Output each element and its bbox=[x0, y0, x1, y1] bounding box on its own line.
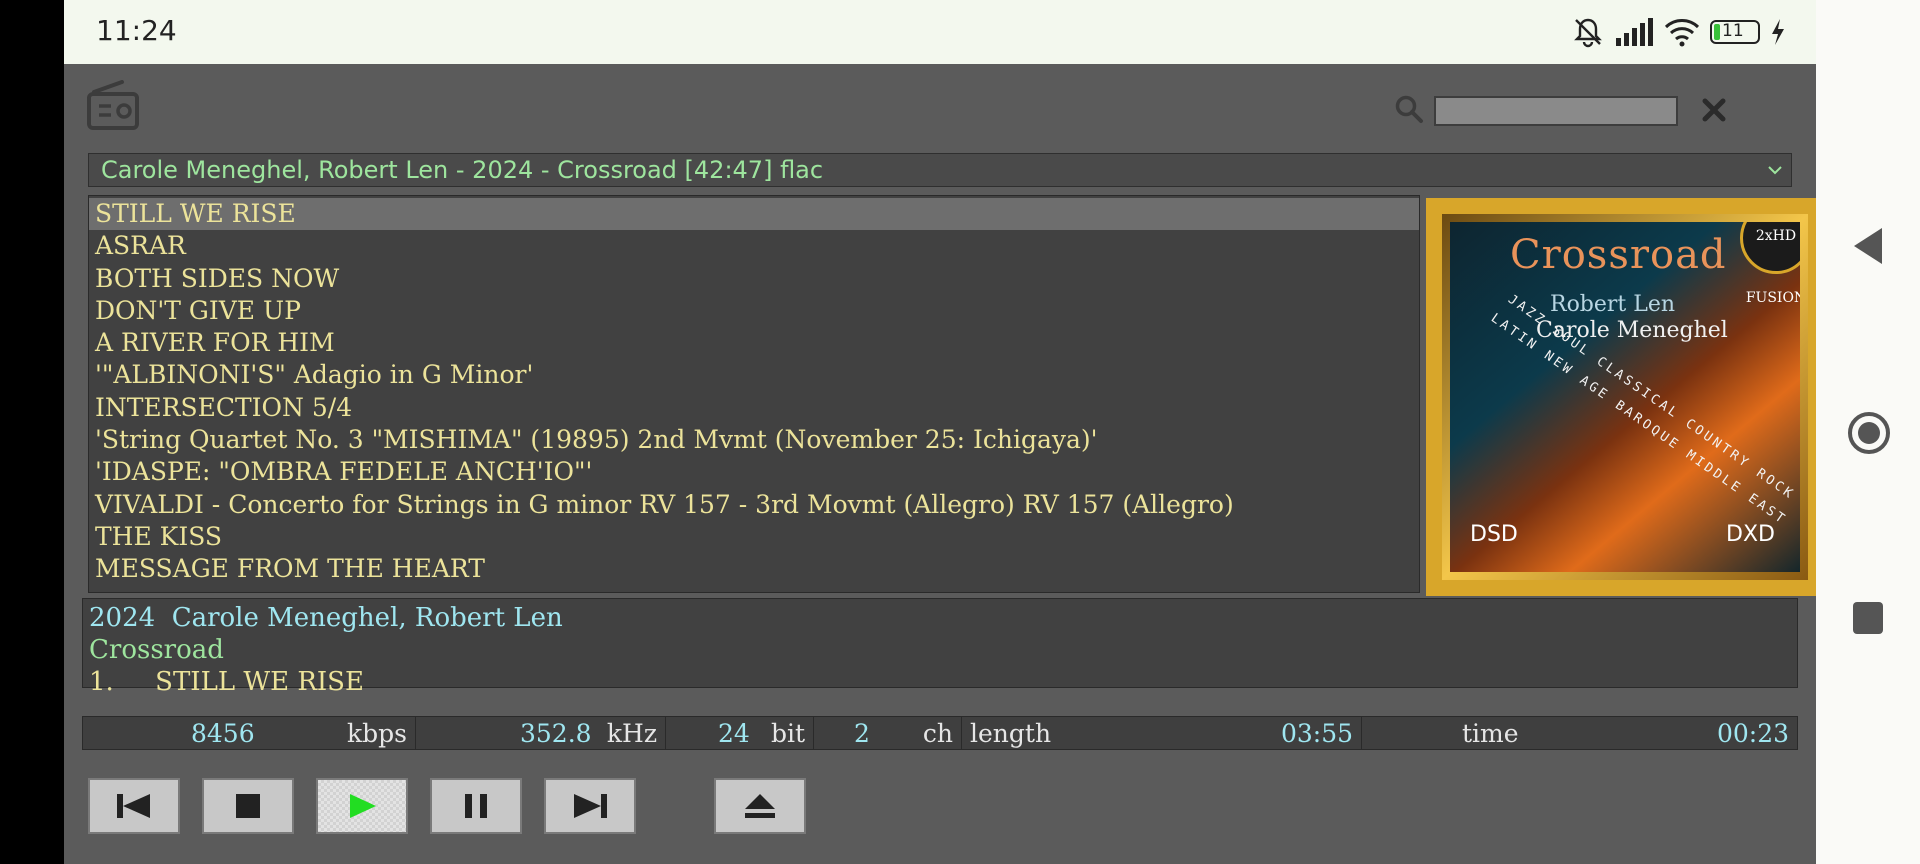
track-item[interactable]: DON'T GIVE UP bbox=[89, 295, 1419, 327]
skip-previous-icon bbox=[117, 794, 150, 818]
bitrate-unit: kbps bbox=[347, 718, 407, 748]
back-icon[interactable] bbox=[1852, 226, 1884, 266]
track-item[interactable]: '"ALBINONI'S" Adagio in G Minor' bbox=[89, 359, 1419, 391]
left-black-bar bbox=[0, 0, 64, 864]
android-nav-bar bbox=[1816, 0, 1920, 864]
search-icon[interactable] bbox=[1394, 94, 1424, 124]
sample-rate-value: 352.8 bbox=[520, 718, 592, 748]
track-item[interactable]: THE KISS bbox=[89, 521, 1419, 553]
status-icons: 11 bbox=[1572, 14, 1786, 50]
bit-depth-unit: bit bbox=[770, 718, 805, 748]
notifications-muted-icon bbox=[1574, 18, 1602, 48]
track-item[interactable]: 'IDASPE: "OMBRA FEDELE ANCH'IO"' bbox=[89, 456, 1419, 488]
pause-icon bbox=[465, 794, 487, 818]
sample-rate-cell: 352.8 kHz bbox=[416, 717, 666, 749]
battery-level: 11 bbox=[1722, 21, 1744, 41]
bitrate-value: 8456 bbox=[191, 718, 255, 748]
audio-stats-bar: 8456 kbps 352.8 kHz 24 bit 2 ch length 0… bbox=[82, 716, 1798, 750]
previous-button[interactable] bbox=[88, 778, 180, 834]
home-icon[interactable] bbox=[1846, 410, 1892, 456]
now-playing-artist: Carole Meneghel, Robert Len bbox=[171, 603, 563, 633]
charging-icon bbox=[1772, 19, 1784, 45]
track-item[interactable]: BOTH SIDES NOW bbox=[89, 263, 1419, 295]
track-list[interactable]: STILL WE RISE ASRAR BOTH SIDES NOW DON'T GI… bbox=[88, 195, 1420, 593]
channels-value: 2 bbox=[854, 718, 870, 748]
play-icon bbox=[350, 794, 376, 818]
album-cover-art: Crossroad Robert Len Carole Meneghel 2xH… bbox=[1450, 222, 1800, 572]
now-playing-panel: 2024 Carole Meneghel, Robert Len Crossro… bbox=[82, 598, 1798, 697]
close-icon[interactable] bbox=[1700, 96, 1728, 124]
sample-rate-unit: kHz bbox=[606, 718, 657, 748]
album-select[interactable]: Carole Meneghel, Robert Len - 2024 - Cro… bbox=[88, 153, 1792, 187]
battery-icon: 11 bbox=[1710, 20, 1760, 44]
bit-depth-value: 24 bbox=[718, 718, 750, 748]
now-playing-year: 2024 bbox=[89, 603, 156, 633]
time-cell: time 00:23 bbox=[1362, 717, 1797, 749]
track-item[interactable]: STILL WE RISE bbox=[89, 198, 1419, 231]
status-clock: 11:24 bbox=[96, 14, 177, 47]
cover-badge: 2xHD FUSION bbox=[1740, 222, 1800, 306]
bitrate-cell: 8456 kbps bbox=[83, 717, 416, 749]
next-button[interactable] bbox=[544, 778, 636, 834]
bit-depth-cell: 24 bit bbox=[666, 717, 814, 749]
length-label: length bbox=[970, 718, 1052, 748]
album-select-value: Carole Meneghel, Robert Len - 2024 - Cro… bbox=[101, 156, 824, 184]
cover-logo-dsd: DSD bbox=[1470, 522, 1518, 547]
chevron-down-icon bbox=[1768, 166, 1782, 175]
cover-genres-2: LATIN NEW AGE BAROQUE MIDDLE EAST bbox=[1488, 310, 1790, 529]
track-item[interactable]: MESSAGE FROM THE HEART bbox=[89, 553, 1419, 585]
now-playing-track-line: 1. STILL WE RISE bbox=[89, 667, 364, 697]
channels-unit: ch bbox=[922, 718, 953, 748]
now-playing-track-number: 1. bbox=[89, 667, 114, 697]
status-bar: 11:24 11 bbox=[64, 0, 1816, 64]
now-playing-artist-line: 2024 Carole Meneghel, Robert Len bbox=[89, 603, 563, 633]
eject-button[interactable] bbox=[714, 778, 806, 834]
stop-button[interactable] bbox=[202, 778, 294, 834]
track-item[interactable]: VIVALDI - Concerto for Strings in G mino… bbox=[89, 489, 1419, 521]
album-cover: Crossroad Robert Len Carole Meneghel 2xH… bbox=[1426, 198, 1824, 596]
stop-icon bbox=[236, 794, 260, 818]
eject-icon bbox=[745, 794, 775, 818]
play-button[interactable] bbox=[316, 778, 408, 834]
radio-icon[interactable] bbox=[86, 80, 140, 132]
pause-button[interactable] bbox=[430, 778, 522, 834]
cover-artist-1: Robert Len bbox=[1550, 292, 1676, 317]
search-input[interactable] bbox=[1434, 96, 1678, 126]
channels-cell: 2 ch bbox=[814, 717, 962, 749]
cover-logo-dxd: DXD bbox=[1726, 522, 1775, 547]
time-value: 00:23 bbox=[1716, 718, 1789, 748]
length-value: 03:55 bbox=[1280, 718, 1353, 748]
track-item[interactable]: 'String Quartet No. 3 "MISHIMA" (19895) … bbox=[89, 424, 1419, 456]
now-playing-album: Crossroad bbox=[89, 635, 224, 665]
track-item[interactable]: INTERSECTION 5/4 bbox=[89, 392, 1419, 424]
signal-icon bbox=[1616, 18, 1653, 46]
recents-icon[interactable] bbox=[1852, 600, 1884, 636]
track-item[interactable]: ASRAR bbox=[89, 230, 1419, 262]
wifi-icon bbox=[1664, 19, 1700, 47]
track-item[interactable]: A RIVER FOR HIM bbox=[89, 327, 1419, 359]
skip-next-icon bbox=[574, 794, 607, 818]
time-label: time bbox=[1462, 718, 1519, 748]
length-cell: length 03:55 bbox=[962, 717, 1362, 749]
now-playing-track-title: STILL WE RISE bbox=[155, 667, 364, 697]
player-window: Carole Meneghel, Robert Len - 2024 - Cro… bbox=[64, 64, 1824, 864]
cover-title: Crossroad bbox=[1510, 232, 1727, 278]
